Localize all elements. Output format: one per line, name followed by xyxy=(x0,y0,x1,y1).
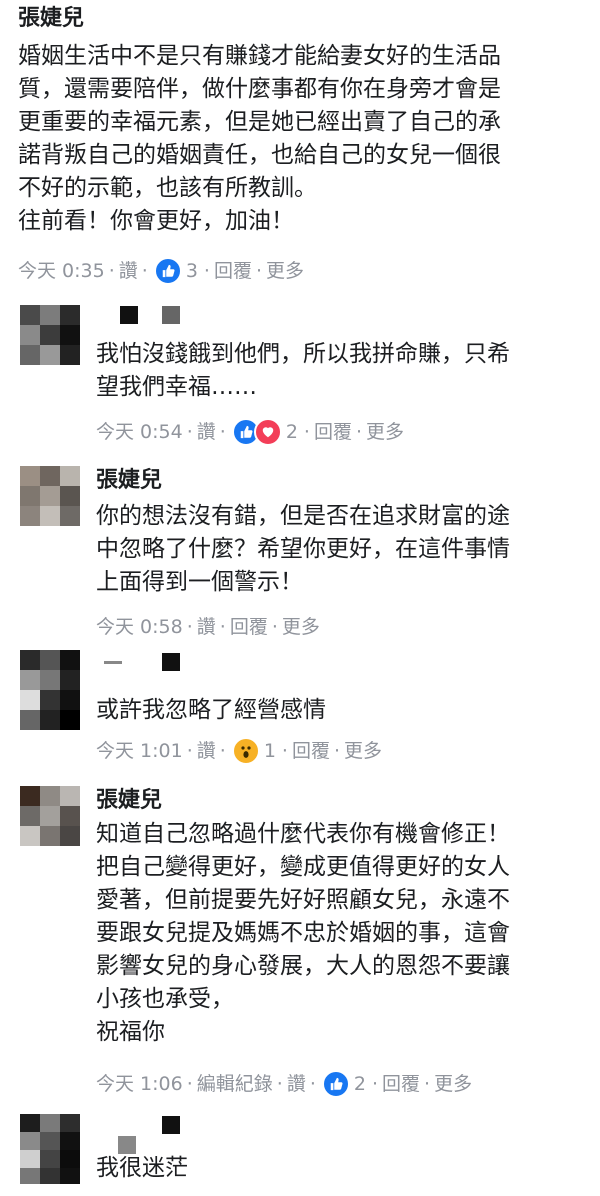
redacted-name xyxy=(104,661,122,664)
avatar[interactable] xyxy=(20,786,80,856)
reply-body: 或許我忽略了經營感情 xyxy=(96,694,596,727)
like-button[interactable]: 讚 xyxy=(197,737,216,765)
reply-line: 我怕沒錢餓到他們，所以我拼命賺，只希 xyxy=(96,341,510,367)
reply-meta: 今天 1:06 · 編輯紀錄 · 讚 · 2 · 回覆 · 更多 xyxy=(96,1070,472,1098)
like-icon xyxy=(321,1070,350,1098)
more-button[interactable]: 更多 xyxy=(434,1070,472,1098)
reply-button[interactable]: 回覆 xyxy=(230,613,268,641)
avatar[interactable] xyxy=(20,650,80,730)
more-button[interactable]: 更多 xyxy=(344,737,382,765)
like-button[interactable]: 讚 xyxy=(287,1070,306,1098)
avatar[interactable] xyxy=(20,1114,80,1184)
reply-line: 祝福你 xyxy=(96,1019,165,1045)
like-icon xyxy=(153,257,182,285)
comment-meta: 今天 0:35 · 讚 · 3 · 回覆 · 更多 xyxy=(18,257,304,285)
reaction-count: 1 xyxy=(263,740,276,762)
comment-line: 更重要的幸福元素，但是她已經出賣了自己的承 xyxy=(18,109,501,135)
comment-line: 諾背叛自己的婚姻責任，也給自己的女兒一個很 xyxy=(18,142,501,168)
reply-content: 或許我忽略了經營感情 xyxy=(96,694,596,727)
reply-author[interactable]: 張婕兒 xyxy=(96,466,162,496)
reply-line: 知道自己忽略過什麼代表你有機會修正！ xyxy=(96,821,510,847)
reply-line: 愛著，但前提要先好好照顧女兒，永遠不 xyxy=(96,887,510,913)
reply-author[interactable]: 張婕兒 xyxy=(96,786,162,816)
comment-line: 質，還需要陪伴，做什麼事都有你在身旁才會是 xyxy=(18,76,501,102)
reply-meta: 今天 0:58 · 讚 · 回覆 · 更多 xyxy=(96,613,320,641)
timestamp[interactable]: 今天 0:58 xyxy=(96,613,183,641)
reply-content: 我怕沒錢餓到他們，所以我拼命賺，只希 望我們幸福…… xyxy=(96,338,596,404)
reply-line: 你的想法沒有錯，但是否在追求財富的途 xyxy=(96,503,510,529)
reply-body: 我很迷茫 xyxy=(96,1152,596,1185)
reply-line: 中忽略了什麼？希望你更好，在這件事情 xyxy=(96,536,510,562)
comment-line: 婚姻生活中不是只有賺錢才能給妻女好的生活品 xyxy=(18,43,501,69)
redacted-name xyxy=(162,306,180,324)
edit-history-link[interactable]: 編輯紀錄 xyxy=(197,1070,273,1098)
reply-meta: 今天 0:54 · 讚 · 2 · 回覆 · 更多 xyxy=(96,418,404,446)
avatar[interactable] xyxy=(20,466,80,526)
reply-button[interactable]: 回覆 xyxy=(214,257,252,285)
reply-line: 小孩也承受， xyxy=(96,986,234,1012)
more-button[interactable]: 更多 xyxy=(266,257,304,285)
reply-meta: 今天 1:01 · 讚 · 1 · 回覆 · 更多 xyxy=(96,737,382,765)
reactions[interactable]: 2 xyxy=(231,418,298,446)
wow-icon xyxy=(231,737,260,765)
reply-line: 望我們幸福…… xyxy=(96,374,257,400)
reply-line: 我很迷茫 xyxy=(96,1155,188,1181)
comment-body: 婚姻生活中不是只有賺錢才能給妻女好的生活品 質，還需要陪伴，做什麼事都有你在身旁… xyxy=(18,40,598,238)
love-icon xyxy=(253,418,282,446)
avatar[interactable] xyxy=(20,305,80,365)
reply-content: 我很迷茫 xyxy=(96,1152,596,1185)
redacted-name xyxy=(162,653,180,671)
reply-button[interactable]: 回覆 xyxy=(314,418,352,446)
reply-line: 要跟女兒提及媽媽不忠於婚姻的事，這會 xyxy=(96,920,510,946)
reply-body: 知道自己忽略過什麼代表你有機會修正！ 把自己變得更好，變成更值得更好的女人 愛著… xyxy=(96,818,596,1049)
comment-line: 往前看！你會更好，加油！ xyxy=(18,208,294,234)
reactions[interactable]: 3 xyxy=(153,257,198,285)
reply-body: 你的想法沒有錯，但是否在追求財富的途 中忽略了什麼？希望你更好，在這件事情 上面… xyxy=(96,500,596,599)
more-button[interactable]: 更多 xyxy=(366,418,404,446)
timestamp[interactable]: 今天 0:35 xyxy=(18,257,105,285)
reply-line: 上面得到一個警示！ xyxy=(96,569,303,595)
reply-content: 知道自己忽略過什麼代表你有機會修正！ 把自己變得更好，變成更值得更好的女人 愛著… xyxy=(96,818,596,1049)
reply-body: 我怕沒錢餓到他們，所以我拼命賺，只希 望我們幸福…… xyxy=(96,338,596,404)
reply-content: 你的想法沒有錯，但是否在追求財富的途 中忽略了什麼？希望你更好，在這件事情 上面… xyxy=(96,500,596,599)
more-button[interactable]: 更多 xyxy=(282,613,320,641)
timestamp[interactable]: 今天 0:54 xyxy=(96,418,183,446)
comment-author[interactable]: 張婕兒 xyxy=(18,4,84,34)
like-button[interactable]: 讚 xyxy=(119,257,138,285)
redacted-name xyxy=(162,1116,180,1134)
like-button[interactable]: 讚 xyxy=(197,418,216,446)
reply-button[interactable]: 回覆 xyxy=(292,737,330,765)
reaction-count: 2 xyxy=(285,421,298,443)
reply-line: 把自己變得更好，變成更值得更好的女人 xyxy=(96,854,510,880)
reaction-count: 2 xyxy=(353,1073,366,1095)
reaction-count: 3 xyxy=(185,260,198,282)
redacted-name xyxy=(120,306,138,324)
reply-button[interactable]: 回覆 xyxy=(382,1070,420,1098)
timestamp[interactable]: 今天 1:06 xyxy=(96,1070,183,1098)
reply-line: 或許我忽略了經營感情 xyxy=(96,697,326,723)
reply-line: 影響女兒的身心發展，大人的恩怨不要讓 xyxy=(96,953,510,979)
timestamp[interactable]: 今天 1:01 xyxy=(96,737,183,765)
comment-line: 不好的示範，也該有所教訓。 xyxy=(18,175,317,201)
reactions[interactable]: 1 xyxy=(231,737,276,765)
like-button[interactable]: 讚 xyxy=(197,613,216,641)
reactions[interactable]: 2 xyxy=(321,1070,366,1098)
